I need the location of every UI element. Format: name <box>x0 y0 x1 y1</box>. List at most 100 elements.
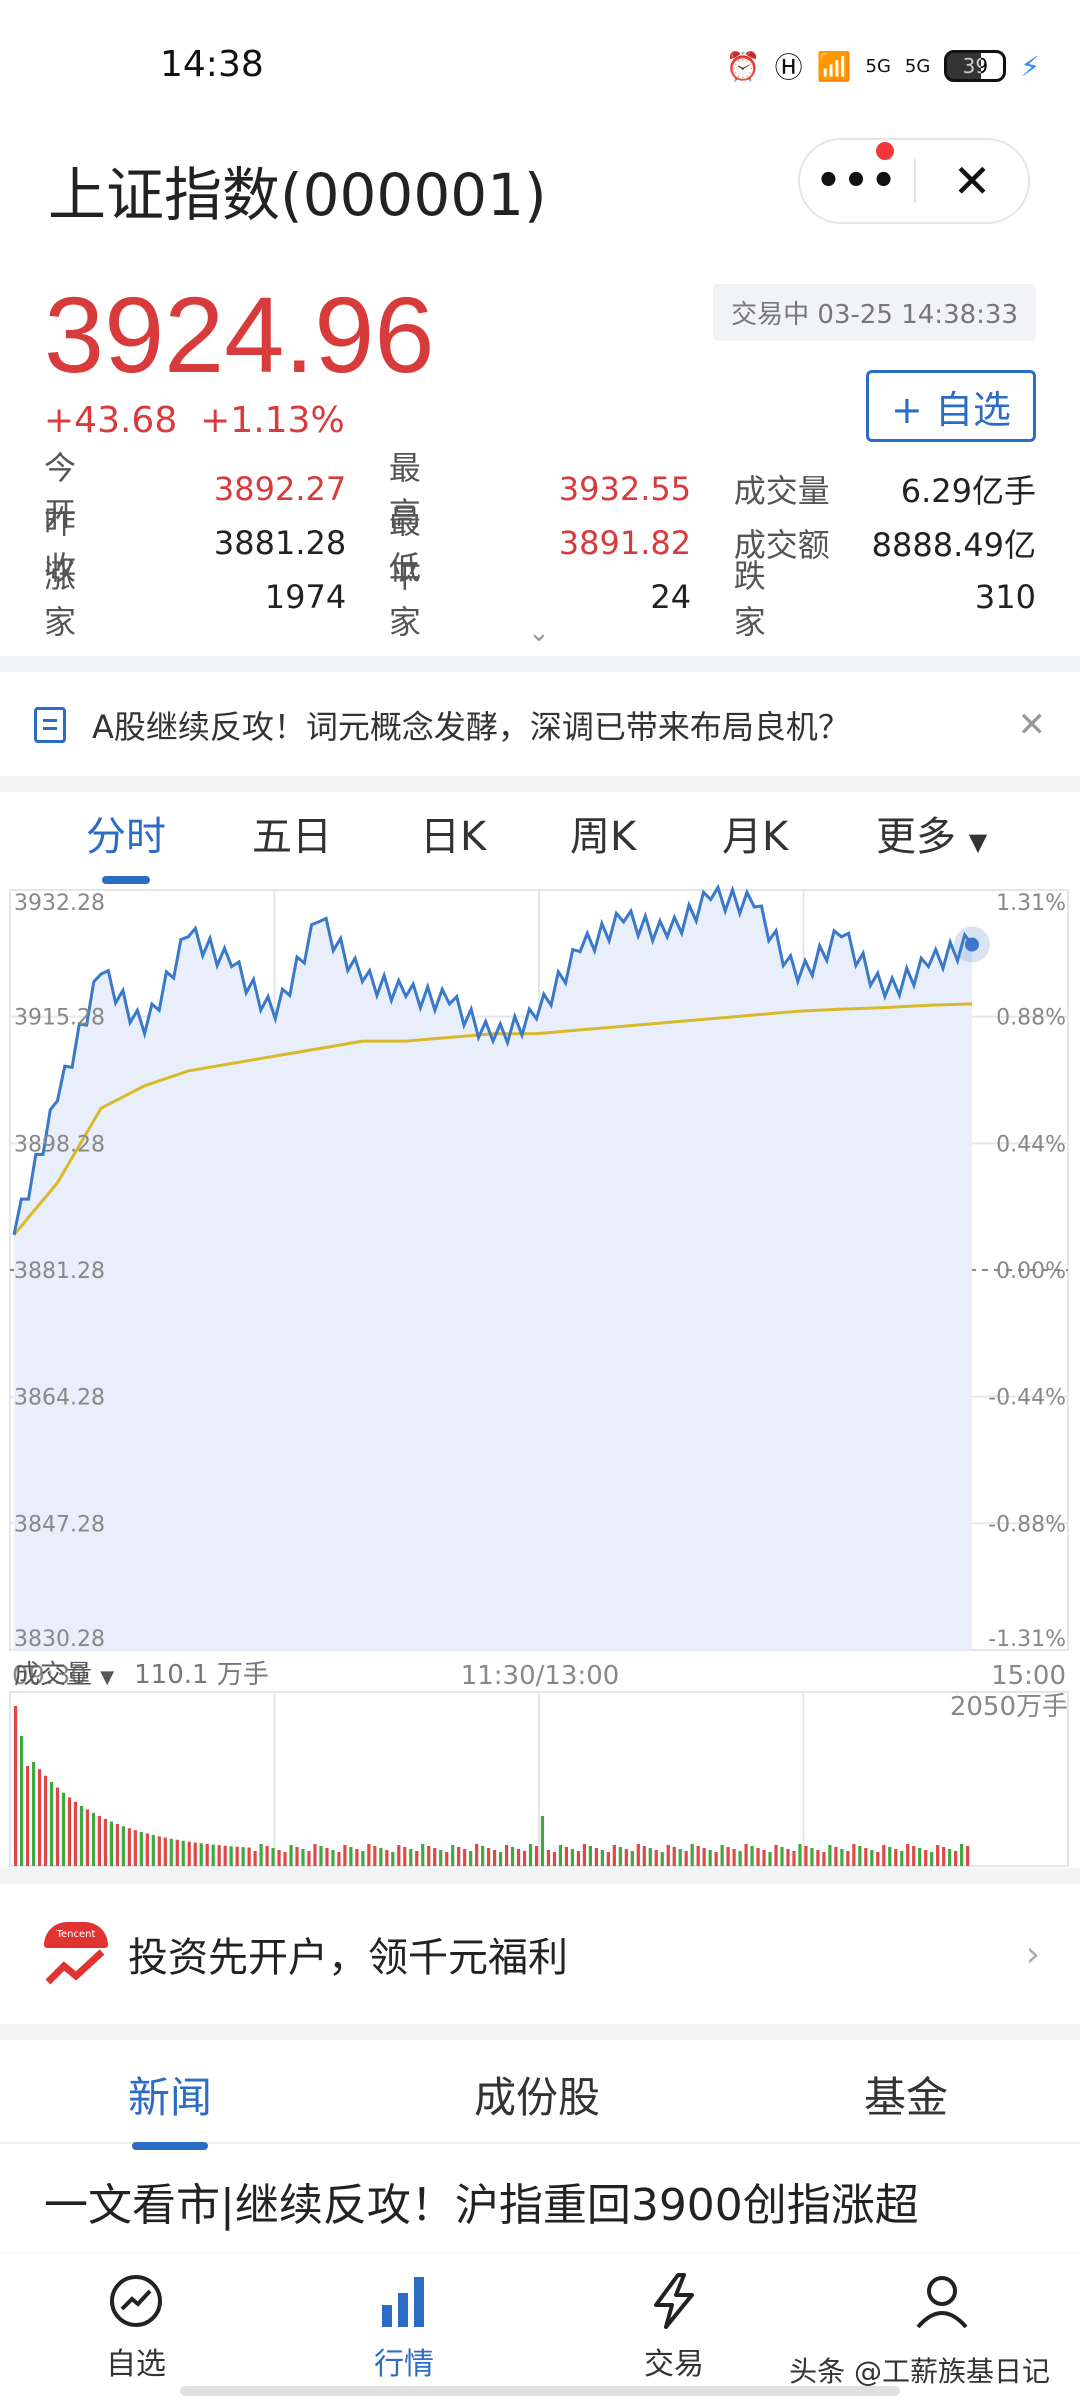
tab-weekly-k[interactable]: 周K <box>570 804 636 862</box>
promo-banner[interactable]: Tencent 投资先开户，领千元福利 › <box>0 1884 1080 2024</box>
volume-bar <box>528 1844 533 1866</box>
add-watchlist-button[interactable]: + 自选 <box>866 370 1036 442</box>
volume-bar <box>265 1846 269 1866</box>
nav-watchlist[interactable]: 自选 <box>56 2271 216 2383</box>
news-headline[interactable]: 一文看市|继续反攻！沪指重回3900创指涨超 <box>44 2176 1044 2236</box>
volume-bar <box>690 1844 694 1866</box>
volume-bar <box>516 1849 521 1866</box>
intraday-chart[interactable]: 3932.28 3915.28 3898.28 3881.28 3864.28 3847.… <box>0 880 1080 1880</box>
volume-bar <box>169 1838 173 1866</box>
volume-bar <box>744 1844 748 1866</box>
volume-bar <box>331 1850 335 1866</box>
volume-bar <box>277 1850 281 1866</box>
watchlist-icon <box>110 2275 162 2327</box>
volume-bar <box>540 1816 545 1866</box>
volume-bar <box>558 1845 563 1866</box>
volume-bar <box>187 1841 191 1866</box>
tab-intraday[interactable]: 分时 <box>86 804 166 884</box>
change-value: +43.68 <box>44 400 178 441</box>
volume-bar <box>798 1844 802 1866</box>
close-banner-icon[interactable]: ✕ <box>1018 705 1047 745</box>
close-button[interactable]: ✕ <box>916 154 1028 208</box>
volume-bar <box>684 1851 688 1866</box>
volume-bar <box>211 1844 215 1866</box>
expand-chevron-icon[interactable]: ⌄ <box>528 618 550 648</box>
article-icon <box>34 707 66 743</box>
volume-bar <box>678 1849 682 1866</box>
volume-bar <box>193 1842 197 1866</box>
tab-monthly-k[interactable]: 月K <box>722 804 788 862</box>
volume-bar <box>409 1849 413 1866</box>
volume-bar <box>702 1848 706 1866</box>
tab-constituents[interactable]: 成份股 <box>474 2064 600 2125</box>
volume-bar <box>37 1769 42 1866</box>
volume-bar <box>918 1848 922 1866</box>
volume-bar <box>367 1844 371 1866</box>
nav-trade[interactable]: 交易 <box>594 2271 754 2383</box>
volume-bar <box>762 1850 766 1866</box>
volume-bar <box>864 1848 868 1866</box>
tab-daily-k[interactable]: 日K <box>420 804 486 862</box>
volume-bar <box>936 1845 940 1866</box>
volume-bar <box>31 1762 36 1866</box>
miniapp-capsule: ••• ✕ <box>798 138 1030 224</box>
volume-bar <box>588 1846 592 1866</box>
banner-text: A股继续反攻！词元概念发酵，深调已带来布局良机？ <box>92 708 850 746</box>
chevron-right-icon: › <box>1025 1933 1040 1975</box>
volume-bar <box>61 1792 66 1866</box>
y-axis-pct-label: 0.44% <box>996 1132 1066 1157</box>
volume-bar <box>876 1852 880 1866</box>
volume-bar <box>552 1852 557 1866</box>
volume-bar <box>606 1852 610 1866</box>
price-area <box>14 887 972 1650</box>
volume-bar <box>906 1844 910 1866</box>
volume-bar <box>445 1852 449 1866</box>
charging-icon: ⚡ <box>1020 49 1040 83</box>
volume-bar <box>223 1845 227 1866</box>
volume-bar <box>319 1846 323 1866</box>
nav-market[interactable]: 行情 <box>324 2271 484 2383</box>
volume-header[interactable]: 成交量 ▼ 110.1 万手 <box>14 1654 269 1691</box>
y-axis-pct-label: 1.31% <box>996 891 1066 916</box>
volume-bar <box>283 1852 287 1866</box>
volume-bar <box>816 1850 820 1866</box>
volume-bar <box>427 1846 431 1866</box>
volume-bar <box>49 1781 54 1866</box>
more-options-button[interactable]: ••• <box>800 142 914 204</box>
stats-row: 昨收 3881.28 最低 3891.82 成交额 8888.49亿 <box>44 503 1036 587</box>
stat-value: 1974 <box>264 578 347 616</box>
volume-bar <box>199 1843 203 1866</box>
trading-status: 交易中 03-25 14:38:33 <box>713 284 1036 341</box>
status-bar: 14:38 ⏰ Ⓗ 📶 5G 5G 39 ⚡ <box>0 0 1080 130</box>
dropdown-arrow-icon: ▼ <box>100 1667 115 1688</box>
hd-icon: Ⓗ <box>774 51 803 84</box>
volume-bar <box>624 1849 628 1866</box>
news-banner[interactable]: A股继续反攻！词元概念发酵，深调已带来布局良机？ ✕ <box>0 674 1080 776</box>
stat-value: 3891.82 <box>558 524 692 562</box>
stat-label: 平家 <box>388 557 447 641</box>
y-axis-label: 3898.28 <box>14 1132 105 1157</box>
volume-bar <box>498 1852 503 1866</box>
chart-tabs: 分时 五日 日K 周K 月K 更多 ▼ <box>0 786 1080 884</box>
volume-bar <box>948 1849 952 1866</box>
stat-label: 涨家 <box>44 557 103 641</box>
volume-bar <box>73 1801 78 1866</box>
volume-bar <box>786 1849 790 1866</box>
tab-news[interactable]: 新闻 <box>128 2064 212 2150</box>
y-axis-label: 3915.28 <box>14 1006 105 1031</box>
volume-bar <box>828 1845 832 1866</box>
volume-bar <box>457 1847 461 1866</box>
volume-bar <box>103 1818 108 1866</box>
stat-value: 8888.49亿 <box>871 526 1036 564</box>
volume-bar <box>67 1797 72 1866</box>
volume-bar <box>79 1805 84 1866</box>
volume-bar <box>738 1851 742 1866</box>
tab-more[interactable]: 更多 ▼ <box>876 804 987 862</box>
tab-five-day[interactable]: 五日 <box>252 804 332 862</box>
volume-bar <box>504 1845 509 1866</box>
volume-bar <box>307 1851 311 1866</box>
stats-row: 涨家 1974 平家 24 跌家 310 <box>44 557 1036 641</box>
volume-bar <box>750 1846 754 1866</box>
tab-funds[interactable]: 基金 <box>864 2064 948 2125</box>
volume-bar <box>720 1845 724 1866</box>
